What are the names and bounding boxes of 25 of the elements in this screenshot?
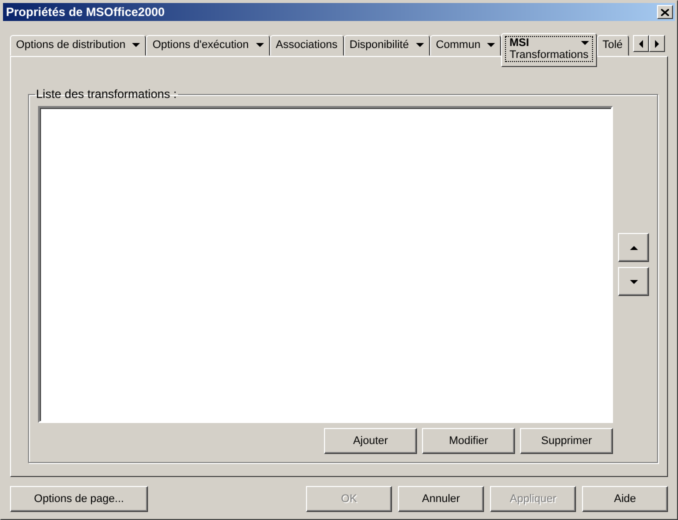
down-arrow-icon	[630, 280, 638, 284]
tab[interactable]: Disponibilité	[344, 35, 430, 56]
right-arrow-icon	[654, 40, 659, 48]
tab[interactable]: Tolé	[596, 35, 629, 56]
move-up-button[interactable]	[618, 233, 649, 262]
close-icon	[661, 8, 669, 16]
up-arrow-icon	[630, 246, 638, 250]
group-label: Liste des transformations :	[35, 87, 178, 101]
window-title: Propriétés de MSOffice2000	[6, 5, 165, 19]
dialog-button[interactable]: Annuler	[398, 486, 484, 512]
page-options-button[interactable]: Options de page...	[10, 486, 148, 512]
close-button[interactable]	[657, 5, 673, 19]
list-button[interactable]: Modifier	[422, 428, 515, 454]
list-button[interactable]: Supprimer	[520, 428, 613, 454]
move-down-button[interactable]	[618, 267, 649, 296]
list-button[interactable]: Ajouter	[324, 428, 417, 454]
tab[interactable]: Associations	[270, 35, 344, 56]
tab[interactable]: Options de distribution	[10, 35, 146, 56]
tab[interactable]: Commun	[430, 35, 502, 56]
dialog-button[interactable]: Aide	[582, 486, 668, 512]
scroll-right-button[interactable]	[648, 35, 665, 52]
tab[interactable]: MSI Transformations	[501, 33, 596, 67]
scroll-left-button[interactable]	[632, 35, 649, 52]
tab[interactable]: Options d'exécution	[146, 35, 270, 56]
left-arrow-icon	[638, 40, 643, 48]
